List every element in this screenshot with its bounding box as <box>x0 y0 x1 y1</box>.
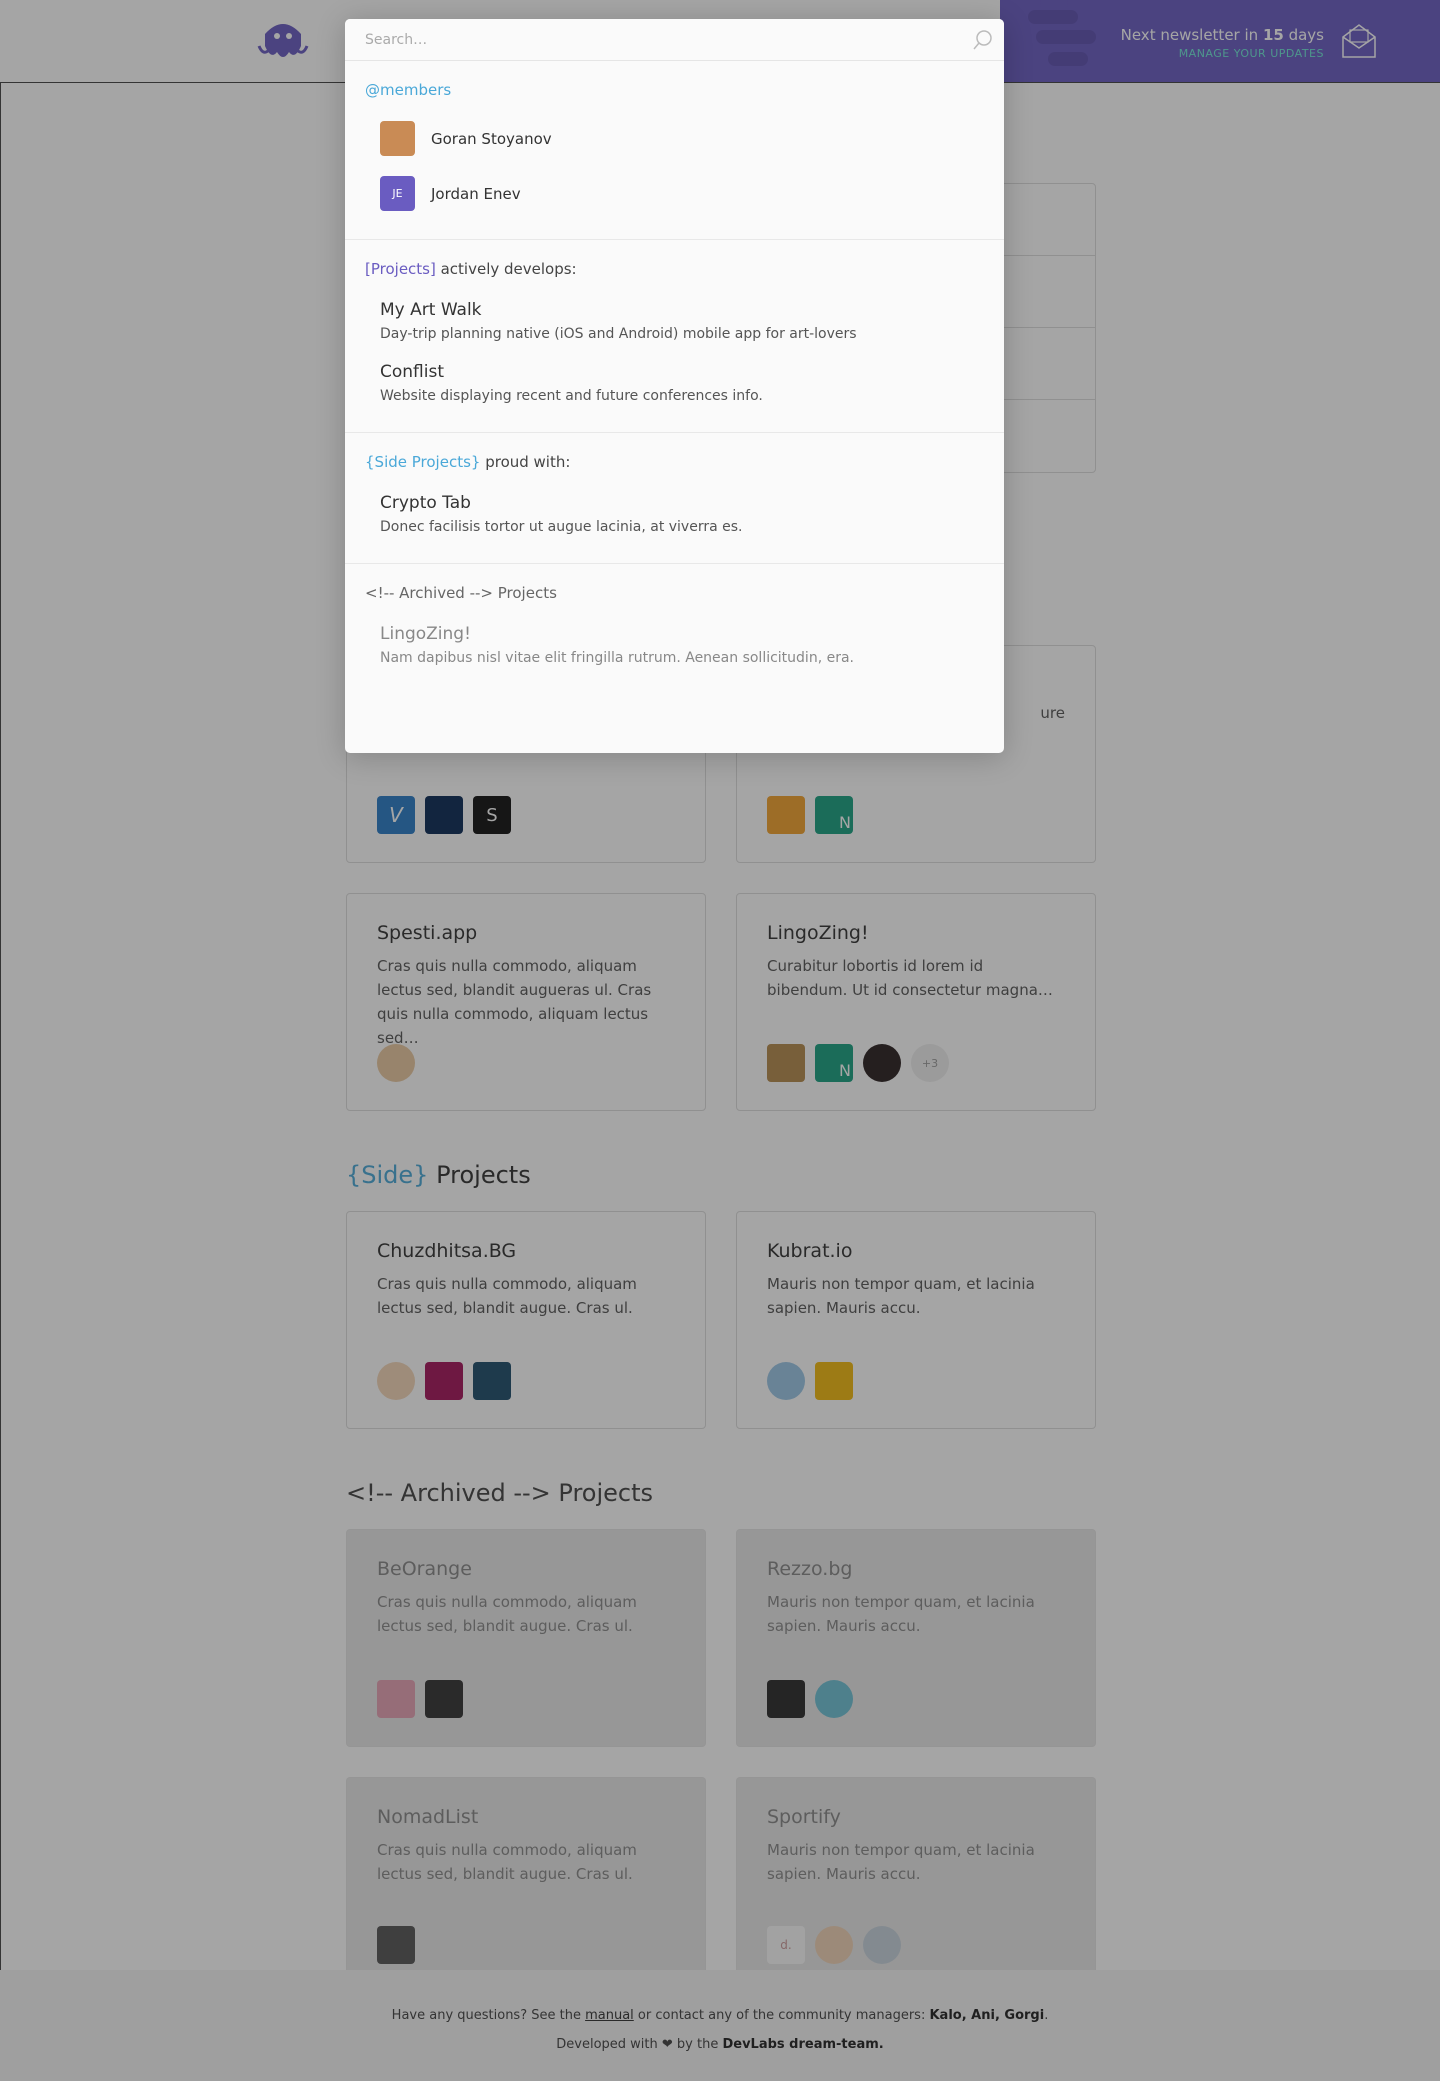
member-result[interactable]: JE Jordan Enev <box>365 166 984 221</box>
search-modal: @members Goran Stoyanov JE Jordan Enev [… <box>345 19 1004 753</box>
search-input[interactable] <box>345 19 905 61</box>
side-projects-group: {Side Projects} proud with: Crypto Tab D… <box>345 433 1004 564</box>
archived-group: <!-- Archived --> Projects LingoZing! Na… <box>345 564 1004 694</box>
member-avatar <box>380 121 415 156</box>
group-title: <!-- Archived --> Projects <box>365 584 557 602</box>
side-project-result[interactable]: Crypto Tab Donec facilisis tortor ut aug… <box>365 483 984 545</box>
members-group: @members Goran Stoyanov JE Jordan Enev <box>345 61 1004 240</box>
group-title: @members <box>365 81 452 99</box>
member-initials-avatar: JE <box>380 176 415 211</box>
projects-group: [Projects] actively develops: My Art Wal… <box>345 240 1004 433</box>
project-result[interactable]: Conflist Website displaying recent and f… <box>365 352 984 414</box>
member-result[interactable]: Goran Stoyanov <box>365 111 984 166</box>
archived-project-result[interactable]: LingoZing! Nam dapibus nisl vitae elit f… <box>365 614 984 676</box>
group-title: {Side Projects} proud with: <box>365 453 571 471</box>
group-title: [Projects] actively develops: <box>365 260 577 278</box>
search-bar <box>345 19 1004 61</box>
project-result[interactable]: My Art Walk Day-trip planning native (iO… <box>365 290 984 352</box>
search-icon[interactable] <box>972 29 994 51</box>
